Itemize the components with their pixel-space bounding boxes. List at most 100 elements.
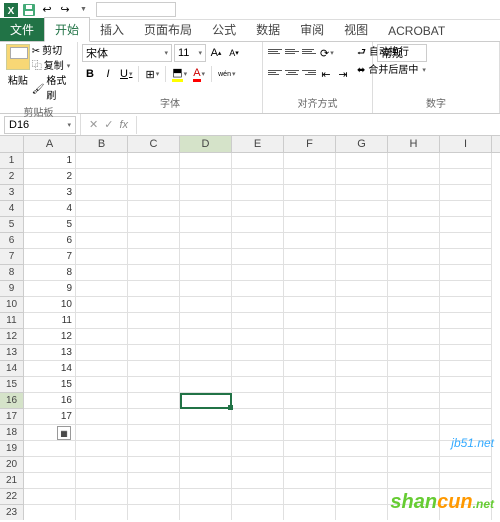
row-header-8[interactable]: 8 <box>0 265 23 281</box>
col-header-A[interactable]: A <box>24 136 76 152</box>
cell-I21[interactable] <box>440 473 492 489</box>
cell-E13[interactable] <box>232 345 284 361</box>
row-header-10[interactable]: 10 <box>0 297 23 313</box>
cell-B18[interactable] <box>76 425 128 441</box>
cell-F14[interactable] <box>284 361 336 377</box>
cell-C23[interactable] <box>128 505 180 520</box>
bold-button[interactable]: B <box>82 65 98 83</box>
cell-B15[interactable] <box>76 377 128 393</box>
cell-F9[interactable] <box>284 281 336 297</box>
fx-icon[interactable]: fx <box>119 119 128 131</box>
row-header-20[interactable]: 20 <box>0 457 23 473</box>
cell-D4[interactable] <box>180 201 232 217</box>
cell-E4[interactable] <box>232 201 284 217</box>
cell-C17[interactable] <box>128 409 180 425</box>
cell-I16[interactable] <box>440 393 492 409</box>
cell-H17[interactable] <box>388 409 440 425</box>
cell-E17[interactable] <box>232 409 284 425</box>
cell-A1[interactable]: 1 <box>24 153 76 169</box>
cell-D2[interactable] <box>180 169 232 185</box>
cell-D21[interactable] <box>180 473 232 489</box>
cell-I7[interactable] <box>440 249 492 265</box>
cell-A6[interactable]: 6 <box>24 233 76 249</box>
cell-B20[interactable] <box>76 457 128 473</box>
border-button[interactable]: ⊞▾ <box>143 65 161 83</box>
cell-B2[interactable] <box>76 169 128 185</box>
cell-C21[interactable] <box>128 473 180 489</box>
cell-H4[interactable] <box>388 201 440 217</box>
cell-F23[interactable] <box>284 505 336 520</box>
cell-G15[interactable] <box>336 377 388 393</box>
row-header-16[interactable]: 16 <box>0 393 23 409</box>
cell-C16[interactable] <box>128 393 180 409</box>
row-header-21[interactable]: 21 <box>0 473 23 489</box>
cell-D9[interactable] <box>180 281 232 297</box>
cell-F17[interactable] <box>284 409 336 425</box>
cell-D12[interactable] <box>180 329 232 345</box>
col-header-C[interactable]: C <box>128 136 180 152</box>
cell-G22[interactable] <box>336 489 388 505</box>
format-painter-button[interactable]: 🖌格式刷 <box>32 74 73 104</box>
undo-icon[interactable]: ↩ <box>39 2 55 18</box>
number-format-select[interactable]: 常规 <box>377 44 427 62</box>
cell-D18[interactable] <box>180 425 232 441</box>
align-left-button[interactable] <box>267 65 283 79</box>
cell-C2[interactable] <box>128 169 180 185</box>
cell-I8[interactable] <box>440 265 492 281</box>
cell-C1[interactable] <box>128 153 180 169</box>
cell-A8[interactable]: 8 <box>24 265 76 281</box>
cell-H18[interactable] <box>388 425 440 441</box>
col-header-I[interactable]: I <box>440 136 492 152</box>
cell-H6[interactable] <box>388 233 440 249</box>
cell-F3[interactable] <box>284 185 336 201</box>
font-color-button[interactable]: A▾ <box>191 65 207 83</box>
row-header-5[interactable]: 5 <box>0 217 23 233</box>
enter-formula-icon[interactable]: ✓ <box>104 118 113 131</box>
cell-E10[interactable] <box>232 297 284 313</box>
autofill-options-icon[interactable]: ▦ <box>57 426 71 440</box>
cell-I10[interactable] <box>440 297 492 313</box>
row-header-3[interactable]: 3 <box>0 185 23 201</box>
cell-D13[interactable] <box>180 345 232 361</box>
cell-G7[interactable] <box>336 249 388 265</box>
cell-H8[interactable] <box>388 265 440 281</box>
cell-F10[interactable] <box>284 297 336 313</box>
cell-H3[interactable] <box>388 185 440 201</box>
cell-H19[interactable] <box>388 441 440 457</box>
cell-E15[interactable] <box>232 377 284 393</box>
tab-review[interactable]: 审阅 <box>290 18 334 41</box>
cell-F15[interactable] <box>284 377 336 393</box>
increase-font-button[interactable]: A▴ <box>208 44 224 62</box>
cell-B4[interactable] <box>76 201 128 217</box>
cell-I4[interactable] <box>440 201 492 217</box>
cell-C15[interactable] <box>128 377 180 393</box>
cell-F19[interactable] <box>284 441 336 457</box>
cell-G19[interactable] <box>336 441 388 457</box>
cell-A14[interactable]: 14 <box>24 361 76 377</box>
tab-formulas[interactable]: 公式 <box>202 18 246 41</box>
cell-B1[interactable] <box>76 153 128 169</box>
cell-G8[interactable] <box>336 265 388 281</box>
cell-D22[interactable] <box>180 489 232 505</box>
redo-icon[interactable]: ↪ <box>57 2 73 18</box>
row-header-18[interactable]: 18 <box>0 425 23 441</box>
cell-B5[interactable] <box>76 217 128 233</box>
row-header-15[interactable]: 15 <box>0 377 23 393</box>
cell-I11[interactable] <box>440 313 492 329</box>
cell-H21[interactable] <box>388 473 440 489</box>
cell-F16[interactable] <box>284 393 336 409</box>
cell-B9[interactable] <box>76 281 128 297</box>
cell-E19[interactable] <box>232 441 284 457</box>
cell-G21[interactable] <box>336 473 388 489</box>
cell-D1[interactable] <box>180 153 232 169</box>
cell-A13[interactable]: 13 <box>24 345 76 361</box>
tab-insert[interactable]: 插入 <box>90 18 134 41</box>
cell-B6[interactable] <box>76 233 128 249</box>
cell-C6[interactable] <box>128 233 180 249</box>
tab-layout[interactable]: 页面布局 <box>134 18 202 41</box>
cell-E16[interactable] <box>232 393 284 409</box>
cell-H9[interactable] <box>388 281 440 297</box>
cell-G10[interactable] <box>336 297 388 313</box>
cell-B7[interactable] <box>76 249 128 265</box>
fill-color-button[interactable]: ⬒▾ <box>170 65 189 83</box>
